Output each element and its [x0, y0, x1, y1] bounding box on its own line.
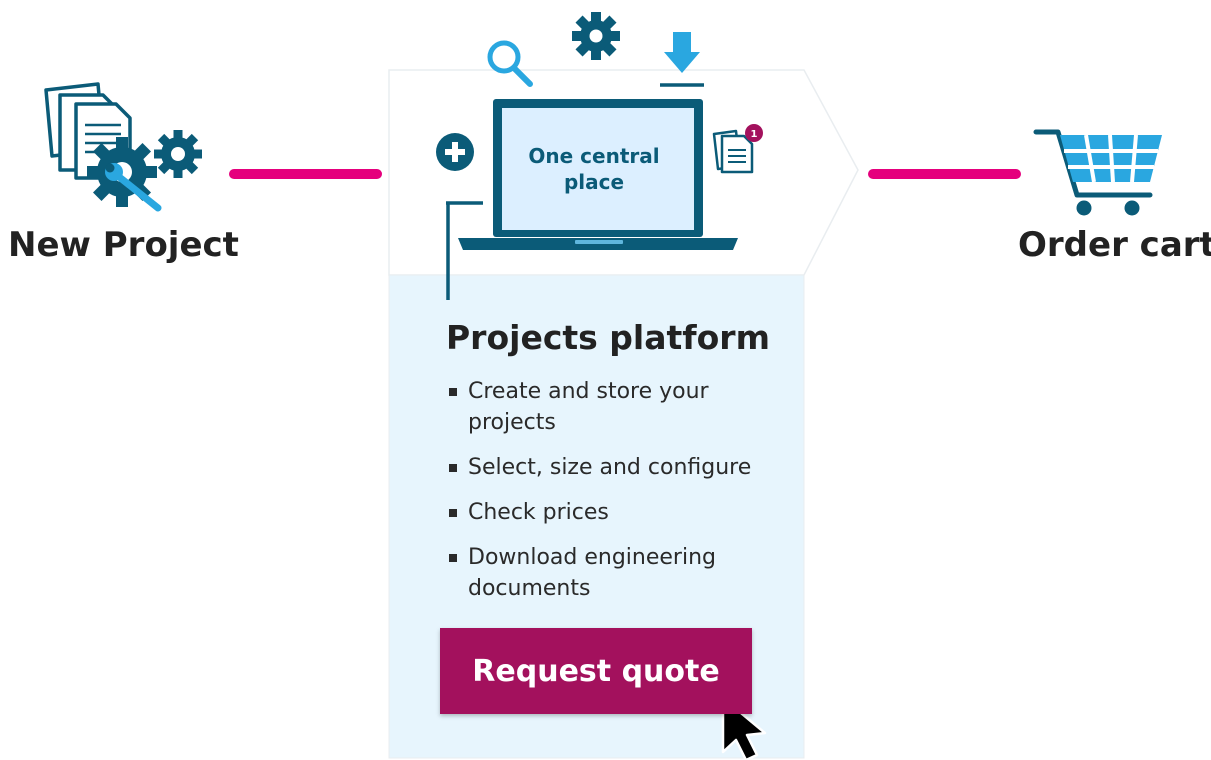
feature-item-text: Check prices — [468, 500, 609, 525]
feature-item: Create and store your projects — [446, 376, 786, 438]
notification-badge-count: 1 — [751, 129, 758, 140]
screen-text-line1: One central — [528, 144, 660, 168]
request-quote-button[interactable]: Request quote — [440, 628, 752, 714]
shopping-cart-icon — [1033, 129, 1162, 216]
bullet-marker — [449, 554, 457, 562]
bullet-marker — [449, 464, 457, 472]
new-project-label: New Project — [8, 225, 239, 265]
screen-text-line2: place — [563, 170, 625, 194]
bullet-marker — [449, 509, 457, 517]
feature-item: Check prices — [446, 497, 786, 528]
feature-item: Select, size and configure — [446, 452, 786, 483]
laptop-screen-text: One central place — [505, 143, 683, 195]
bullet-marker — [449, 388, 457, 396]
feature-item-text: Download engineering documents — [468, 545, 716, 601]
documents-with-gears-icon — [44, 82, 202, 212]
panel-title: Projects platform — [446, 318, 770, 357]
gear-icon — [572, 12, 620, 60]
feature-list: Create and store your projects Select, s… — [446, 376, 786, 618]
plus-circle-icon — [436, 133, 474, 171]
feature-item-text: Select, size and configure — [468, 455, 752, 480]
feature-item: Download engineering documents — [446, 542, 786, 604]
order-cart-label: Order cart — [1018, 225, 1211, 265]
feature-item-text: Create and store your projects — [468, 379, 709, 435]
